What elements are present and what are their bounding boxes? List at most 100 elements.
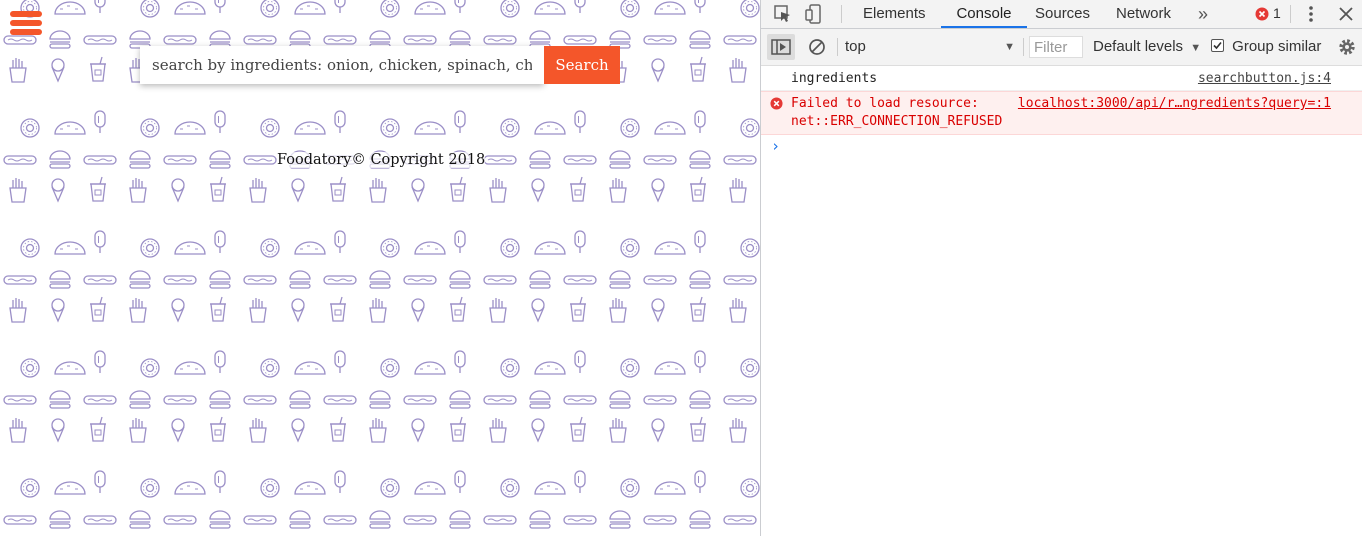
fries-icon bbox=[729, 298, 747, 323]
popsicle-icon bbox=[574, 350, 586, 373]
ice-cream-icon bbox=[291, 298, 305, 323]
ice-cream-icon bbox=[51, 178, 65, 203]
popsicle-icon bbox=[214, 470, 226, 493]
inspect-element-icon[interactable] bbox=[773, 4, 793, 24]
search-input[interactable] bbox=[140, 46, 544, 84]
burger-icon bbox=[689, 270, 711, 289]
hotdog-icon bbox=[563, 275, 597, 285]
hotdog-icon bbox=[323, 515, 357, 525]
ice-cream-icon bbox=[651, 58, 665, 83]
log-levels-dropdown[interactable]: Default levels ▼ bbox=[1093, 36, 1201, 58]
soda-cup-icon bbox=[690, 56, 706, 82]
taco-icon bbox=[414, 1, 446, 15]
donut-icon bbox=[140, 0, 160, 18]
error-source-link[interactable]: localhost:3000/api/r…ngredients?query=:1 bbox=[1018, 96, 1331, 111]
fries-icon bbox=[729, 418, 747, 443]
device-toolbar-icon[interactable] bbox=[805, 4, 825, 24]
taco-icon bbox=[54, 241, 86, 255]
hotdog-icon bbox=[723, 35, 757, 45]
message-source-link[interactable]: searchbutton.js:4 bbox=[1198, 71, 1331, 86]
hotdog-icon bbox=[83, 395, 117, 405]
donut-icon bbox=[380, 478, 400, 498]
soda-cup-icon bbox=[330, 176, 346, 202]
fries-icon bbox=[369, 178, 387, 203]
donut-icon bbox=[380, 358, 400, 378]
chevron-double-right-icon[interactable]: » bbox=[1198, 0, 1208, 28]
hotdog-icon bbox=[323, 35, 357, 45]
tab-network[interactable]: Network bbox=[1116, 0, 1171, 28]
close-icon[interactable] bbox=[1336, 4, 1356, 24]
hotdog-icon bbox=[483, 155, 517, 165]
soda-cup-icon bbox=[690, 296, 706, 322]
clear-console-icon[interactable] bbox=[808, 38, 826, 56]
context-value: top bbox=[845, 38, 866, 55]
settings-gear-icon[interactable] bbox=[1337, 37, 1357, 57]
tab-console[interactable]: Console bbox=[941, 0, 1027, 28]
hotdog-icon bbox=[643, 515, 677, 525]
console-output: ingredients searchbutton.js:4 Failed to … bbox=[761, 66, 1362, 536]
popsicle-icon bbox=[454, 230, 466, 253]
popsicle-icon bbox=[94, 350, 106, 373]
taco-icon bbox=[174, 481, 206, 495]
donut-icon bbox=[740, 358, 760, 378]
donut-icon bbox=[20, 358, 40, 378]
hotdog-icon bbox=[243, 35, 277, 45]
taco-icon bbox=[54, 481, 86, 495]
taco-icon bbox=[294, 481, 326, 495]
hotdog-icon bbox=[403, 275, 437, 285]
donut-icon bbox=[740, 478, 760, 498]
sidebar-toggle-button[interactable] bbox=[767, 34, 795, 60]
popsicle-icon bbox=[454, 350, 466, 373]
message-text: ingredients bbox=[791, 71, 878, 86]
donut-icon bbox=[260, 118, 280, 138]
fries-icon bbox=[9, 58, 27, 83]
kebab-menu-icon[interactable] bbox=[1301, 4, 1321, 24]
hamburger-menu-icon[interactable] bbox=[10, 9, 42, 37]
hotdog-icon bbox=[483, 515, 517, 525]
filter-input[interactable] bbox=[1029, 36, 1083, 58]
hotdog-icon bbox=[163, 35, 197, 45]
burger-icon bbox=[129, 390, 151, 409]
ice-cream-icon bbox=[51, 58, 65, 83]
hotdog-icon bbox=[483, 275, 517, 285]
donut-icon bbox=[620, 0, 640, 18]
taco-icon bbox=[54, 1, 86, 15]
hotdog-icon bbox=[83, 275, 117, 285]
fries-icon bbox=[249, 178, 267, 203]
donut-icon bbox=[380, 0, 400, 18]
tab-elements[interactable]: Elements bbox=[863, 0, 926, 28]
popsicle-icon bbox=[334, 470, 346, 493]
error-detail: net::ERR_CONNECTION_REFUSED bbox=[791, 114, 1003, 129]
console-prompt[interactable]: › bbox=[761, 135, 1362, 159]
fries-icon bbox=[9, 298, 27, 323]
burger-icon bbox=[609, 270, 631, 289]
hotdog-icon bbox=[563, 395, 597, 405]
donut-icon bbox=[500, 0, 520, 18]
hotdog-icon bbox=[643, 155, 677, 165]
burger-icon bbox=[129, 270, 151, 289]
hotdog-icon bbox=[643, 35, 677, 45]
hotdog-icon bbox=[83, 515, 117, 525]
burger-icon bbox=[49, 150, 71, 169]
tab-sources[interactable]: Sources bbox=[1035, 0, 1090, 28]
taco-icon bbox=[654, 361, 686, 375]
context-select[interactable]: top ▼ bbox=[845, 36, 1015, 58]
burger-icon bbox=[129, 510, 151, 529]
group-similar-toggle[interactable]: Group similar bbox=[1211, 36, 1321, 58]
ice-cream-icon bbox=[411, 178, 425, 203]
console-toolbar: top ▼ Default levels ▼ Group similar bbox=[761, 29, 1362, 66]
burger-icon bbox=[529, 270, 551, 289]
taco-icon bbox=[294, 121, 326, 135]
fries-icon bbox=[129, 178, 147, 203]
ice-cream-icon bbox=[291, 418, 305, 443]
popsicle-icon bbox=[94, 230, 106, 253]
error-text: Failed to load resource: bbox=[791, 96, 979, 111]
hotdog-icon bbox=[3, 155, 37, 165]
popsicle-icon bbox=[574, 470, 586, 493]
checkbox-checked-icon[interactable] bbox=[1211, 39, 1224, 52]
taco-icon bbox=[294, 1, 326, 15]
search-bar: Search bbox=[140, 46, 620, 84]
taco-icon bbox=[414, 481, 446, 495]
search-button[interactable]: Search bbox=[544, 46, 620, 84]
hotdog-icon bbox=[83, 155, 117, 165]
